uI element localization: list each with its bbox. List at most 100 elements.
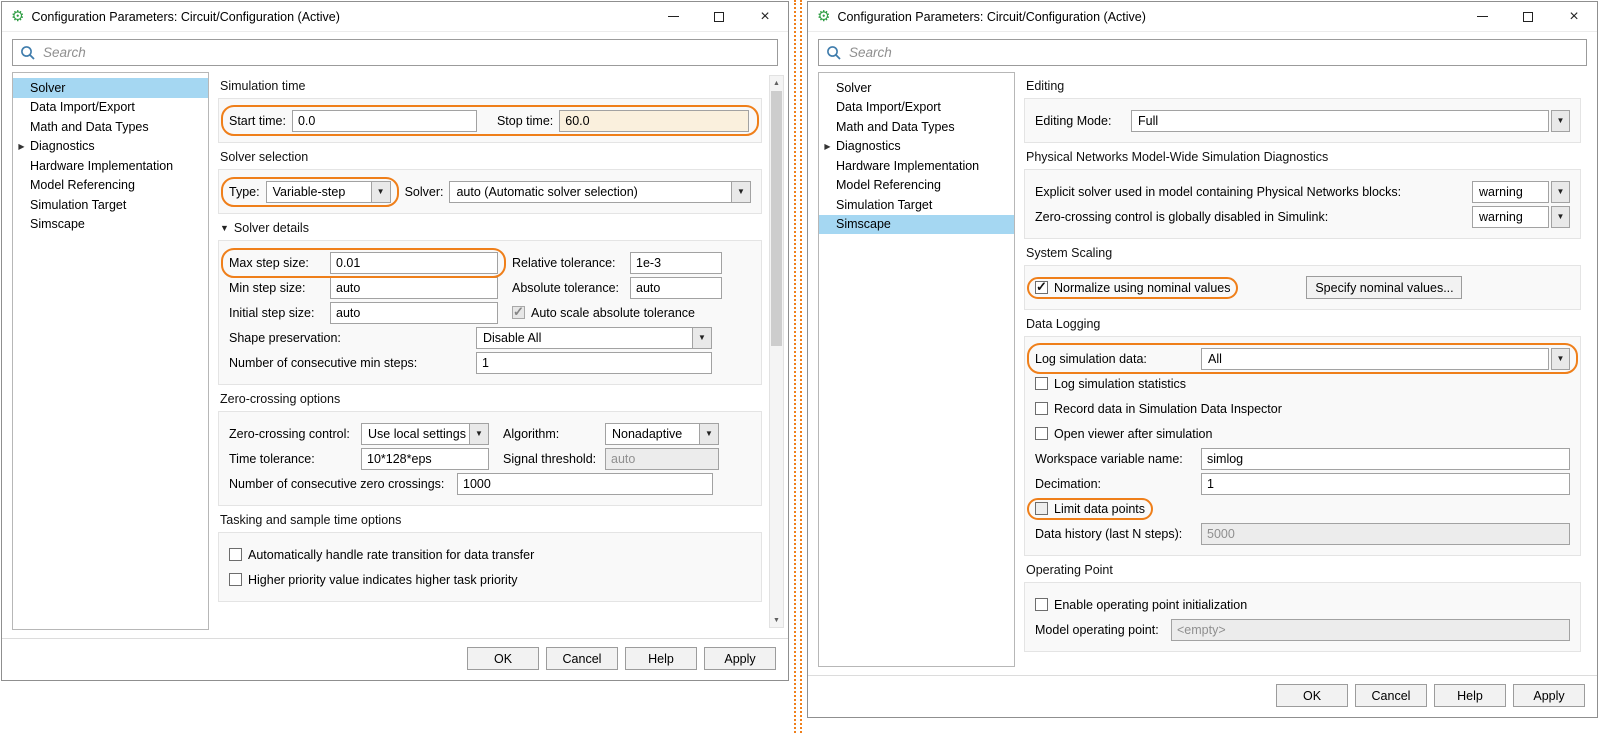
dropdown-value: warning [1472, 181, 1549, 203]
chevron-down-icon[interactable]: ▼ [1551, 206, 1570, 228]
sidebar-item-simscape[interactable]: Simscape [13, 215, 208, 235]
log-simulation-data-dropdown[interactable]: All▼ [1201, 348, 1570, 370]
dropdown-value: warning [1472, 206, 1549, 228]
section-title: Zero-crossing options [220, 392, 762, 406]
solver-dropdown[interactable]: auto (Automatic solver selection)▼ [449, 181, 751, 203]
record-data-checkbox[interactable] [1035, 402, 1048, 415]
cancel-button[interactable]: Cancel [1355, 684, 1427, 707]
stop-time-input[interactable] [559, 110, 749, 132]
higher-priority-checkbox[interactable] [229, 573, 242, 586]
algorithm-dropdown[interactable]: Nonadaptive▼ [605, 423, 719, 445]
explicit-solver-dropdown[interactable]: warning▼ [1472, 181, 1570, 203]
dialog-button-bar: OK Cancel Help Apply [808, 675, 1597, 717]
sidebar-item-math-and-data-types[interactable]: Math and Data Types [819, 117, 1014, 137]
group-panel: Zero-crossing control: Use local setting… [218, 411, 762, 506]
sidebar-item-simscape[interactable]: Simscape [819, 215, 1014, 235]
apply-button[interactable]: Apply [704, 647, 776, 670]
minimize-button[interactable] [650, 2, 696, 31]
max-step-size-input[interactable] [330, 252, 498, 274]
maximize-button[interactable] [1505, 2, 1551, 31]
sidebar-item-simulation-target[interactable]: Simulation Target [13, 195, 208, 215]
data-history-label: Data history (last N steps): [1035, 527, 1195, 541]
cancel-button[interactable]: Cancel [546, 647, 618, 670]
help-button[interactable]: Help [1434, 684, 1506, 707]
window-title: Configuration Parameters: Circuit/Config… [837, 10, 1145, 24]
chevron-right-icon[interactable]: ▶ [13, 142, 30, 151]
sidebar-item-simulation-target[interactable]: Simulation Target [819, 195, 1014, 215]
normalize-checkbox[interactable] [1035, 281, 1048, 294]
sidebar-item-label: Model Referencing [836, 178, 941, 192]
search-input[interactable] [43, 45, 770, 60]
scroll-down-icon[interactable]: ▼ [770, 613, 783, 627]
chevron-down-icon[interactable]: ▼ [700, 423, 719, 445]
time-tolerance-input[interactable] [361, 448, 489, 470]
record-data-label: Record data in Simulation Data Inspector [1054, 402, 1282, 416]
chevron-down-icon[interactable]: ▼ [732, 181, 751, 203]
decimation-input[interactable] [1201, 473, 1570, 495]
sidebar-item-solver[interactable]: Solver [13, 78, 208, 98]
log-statistics-checkbox[interactable] [1035, 377, 1048, 390]
sidebar-item-hardware-implementation[interactable]: Hardware Implementation [819, 156, 1014, 176]
zero-crossing-disabled-row: Zero-crossing control is globally disabl… [1035, 205, 1570, 228]
chevron-down-icon[interactable]: ▼ [693, 327, 712, 349]
sidebar-item-solver[interactable]: Solver [819, 78, 1014, 98]
consecutive-zero-crossings-row: Number of consecutive zero crossings: [229, 472, 751, 495]
type-dropdown[interactable]: Variable-step▼ [266, 181, 391, 203]
chevron-down-icon[interactable]: ▼ [1551, 181, 1570, 203]
consecutive-zero-crossings-input[interactable] [457, 473, 713, 495]
initial-step-size-input[interactable] [330, 302, 498, 324]
chevron-down-icon[interactable]: ▼ [220, 223, 229, 233]
workspace-variable-input[interactable] [1201, 448, 1570, 470]
sidebar-item-data-import-export[interactable]: Data Import/Export [819, 98, 1014, 118]
chevron-down-icon[interactable]: ▼ [1551, 348, 1570, 370]
absolute-tolerance-input[interactable] [630, 277, 722, 299]
zero-crossing-disabled-dropdown[interactable]: warning▼ [1472, 206, 1570, 228]
chevron-right-icon[interactable]: ▶ [819, 142, 836, 151]
consecutive-min-steps-input[interactable] [476, 352, 712, 374]
shape-preservation-dropdown[interactable]: Disable All▼ [476, 327, 712, 349]
ok-button[interactable]: OK [1276, 684, 1348, 707]
section-title: Data Logging [1026, 317, 1581, 331]
relative-tolerance-label: Relative tolerance: [512, 256, 624, 270]
titlebar[interactable]: ⚙ Configuration Parameters: Circuit/Conf… [2, 2, 788, 32]
chevron-down-icon[interactable]: ▼ [372, 181, 391, 203]
search-bar[interactable] [818, 39, 1587, 66]
window-controls: × [650, 2, 788, 31]
sidebar-item-hardware-implementation[interactable]: Hardware Implementation [13, 156, 208, 176]
max-step-row: Max step size: Relative tolerance: [229, 251, 751, 274]
ok-button[interactable]: OK [467, 647, 539, 670]
search-input[interactable] [849, 45, 1579, 60]
sidebar-item-data-import-export[interactable]: Data Import/Export [13, 98, 208, 118]
close-button[interactable]: × [1551, 2, 1597, 31]
maximize-button[interactable] [696, 2, 742, 31]
titlebar[interactable]: ⚙ Configuration Parameters: Circuit/Conf… [808, 2, 1597, 32]
sidebar-item-model-referencing[interactable]: Model Referencing [13, 176, 208, 196]
apply-button[interactable]: Apply [1513, 684, 1585, 707]
simulation-time-row: Start time: Stop time: [229, 109, 751, 132]
open-viewer-checkbox[interactable] [1035, 427, 1048, 440]
rate-transition-checkbox[interactable] [229, 548, 242, 561]
start-time-input[interactable] [292, 110, 477, 132]
min-step-size-input[interactable] [330, 277, 498, 299]
enable-operating-point-checkbox[interactable] [1035, 598, 1048, 611]
sidebar-item-diagnostics[interactable]: ▶Diagnostics [13, 137, 208, 157]
specify-nominal-values-button[interactable]: Specify nominal values... [1306, 276, 1462, 299]
section-title-collapsible[interactable]: ▼Solver details [220, 221, 762, 235]
chevron-down-icon[interactable]: ▼ [1551, 110, 1570, 132]
vertical-scrollbar[interactable]: ▲ ▼ [769, 75, 784, 628]
scroll-up-icon[interactable]: ▲ [770, 76, 783, 90]
help-button[interactable]: Help [625, 647, 697, 670]
min-step-row: Min step size: Absolute tolerance: [229, 276, 751, 299]
sidebar-item-model-referencing[interactable]: Model Referencing [819, 176, 1014, 196]
zero-crossing-control-dropdown[interactable]: Use local settings▼ [361, 423, 489, 445]
relative-tolerance-input[interactable] [630, 252, 722, 274]
limit-data-points-checkbox[interactable] [1035, 502, 1048, 515]
editing-mode-dropdown[interactable]: Full▼ [1131, 110, 1570, 132]
search-bar[interactable] [12, 39, 778, 66]
scrollbar-thumb[interactable] [771, 91, 782, 346]
sidebar-item-diagnostics[interactable]: ▶Diagnostics [819, 137, 1014, 157]
close-button[interactable]: × [742, 2, 788, 31]
sidebar-item-math-and-data-types[interactable]: Math and Data Types [13, 117, 208, 137]
chevron-down-icon[interactable]: ▼ [470, 423, 489, 445]
minimize-button[interactable] [1459, 2, 1505, 31]
